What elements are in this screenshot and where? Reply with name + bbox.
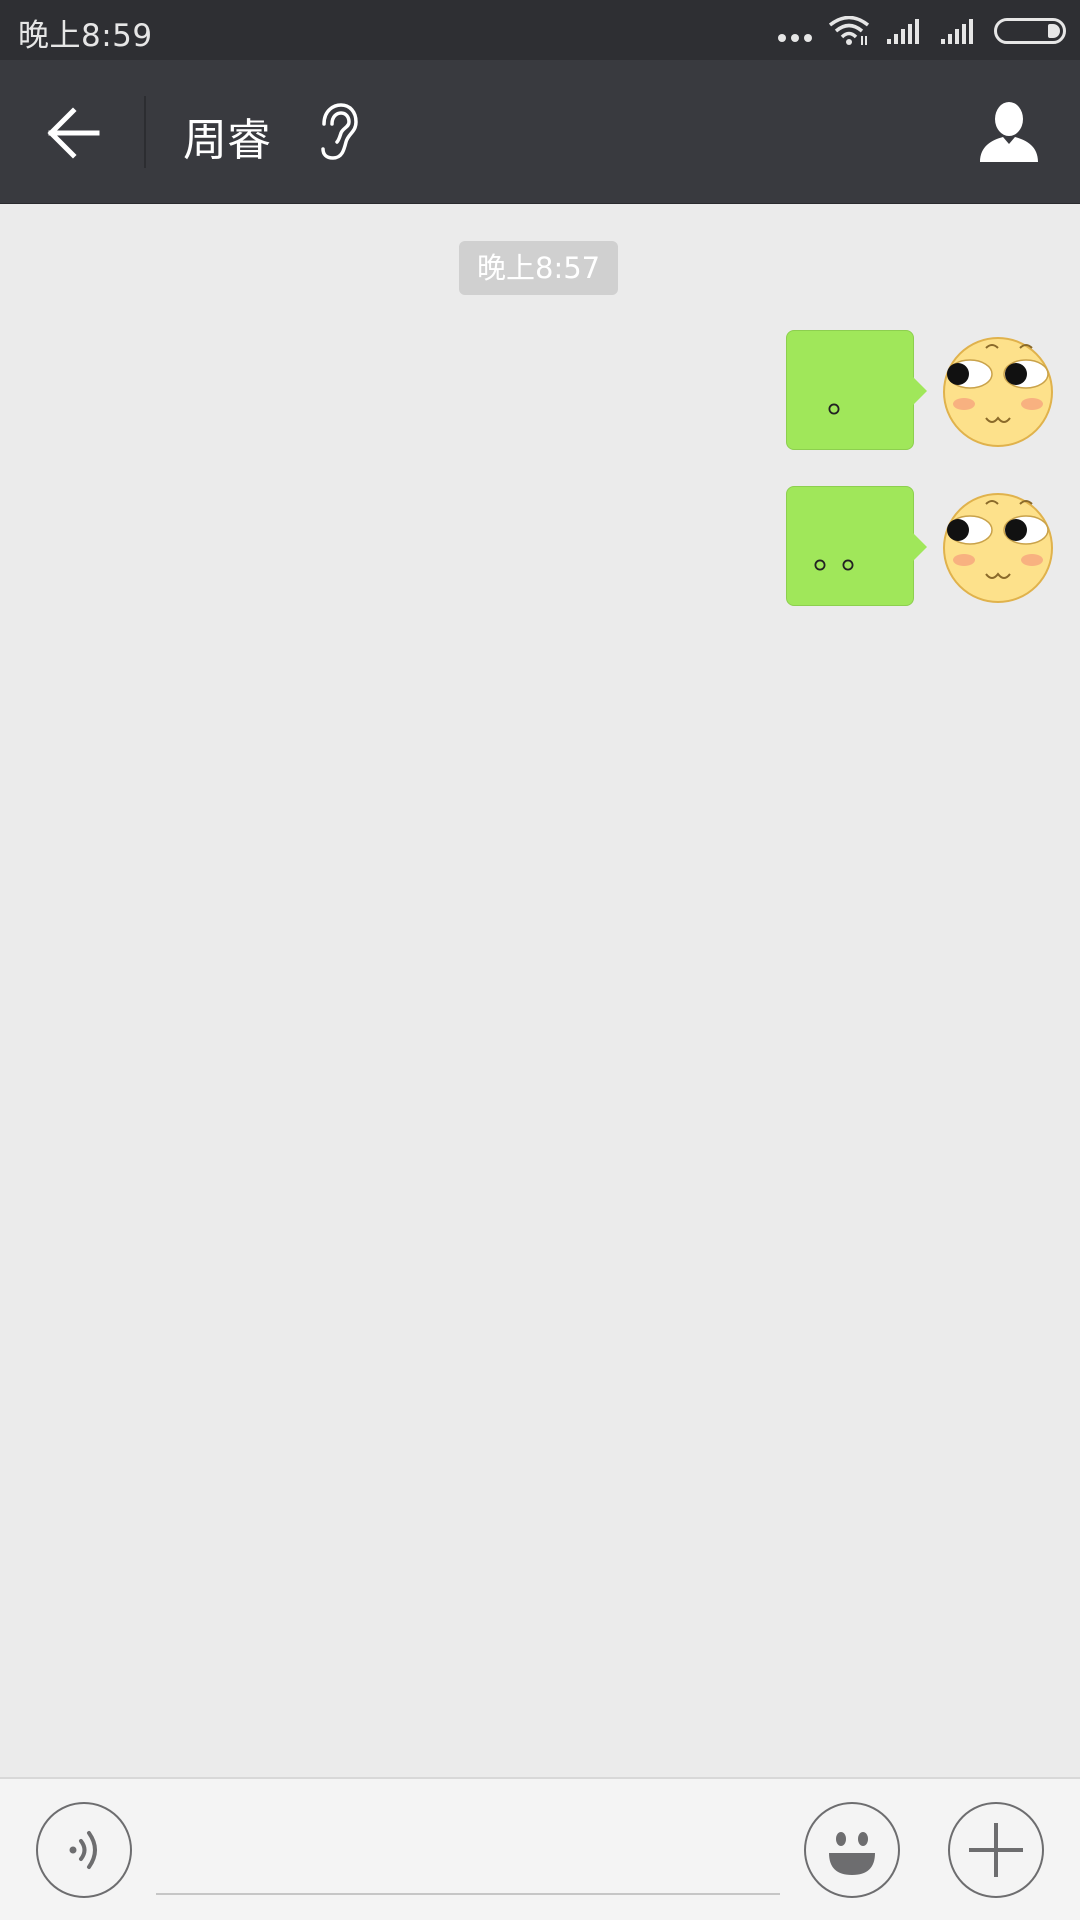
plus-icon xyxy=(969,1823,1023,1877)
emoji-button[interactable] xyxy=(804,1802,900,1898)
more-dots-icon xyxy=(778,34,812,42)
voice-button[interactable] xyxy=(36,1802,132,1898)
input-bar xyxy=(0,1777,1080,1920)
arrow-left-icon xyxy=(47,107,100,159)
message-timestamp: 晚上8:57 xyxy=(459,241,619,295)
message-input[interactable] xyxy=(156,1815,780,1895)
nav-divider xyxy=(144,96,146,168)
message-text: 。 xyxy=(826,380,873,421)
avatar[interactable] xyxy=(942,492,1054,604)
message-row: 。 xyxy=(0,330,1080,450)
profile-button[interactable] xyxy=(976,100,1042,166)
wifi-icon xyxy=(828,16,870,45)
emoji-icon xyxy=(829,1832,875,1875)
signal-icon xyxy=(887,19,919,44)
chat-area[interactable]: 晚上8:57 。 。。 xyxy=(0,205,1080,1777)
message-bubble[interactable]: 。。 xyxy=(786,486,927,606)
status-icons xyxy=(778,14,1066,48)
chat-title: 周睿 xyxy=(183,115,271,166)
message-row: 。。 xyxy=(0,486,1080,606)
message-text: 。。 xyxy=(812,536,887,577)
avatar[interactable] xyxy=(942,336,1054,448)
status-bar: 晚上8:59 xyxy=(0,0,1080,60)
person-icon xyxy=(980,102,1038,162)
more-button[interactable] xyxy=(948,1802,1044,1898)
message-bubble[interactable]: 。 xyxy=(786,330,927,450)
back-button[interactable] xyxy=(40,102,106,164)
signal-icon xyxy=(941,19,973,44)
status-time: 晚上8:59 xyxy=(18,18,153,54)
battery-icon xyxy=(994,18,1066,44)
nav-bar: 周睿 xyxy=(0,60,1080,204)
ear-icon[interactable] xyxy=(312,102,360,162)
voice-icon xyxy=(69,1831,97,1869)
